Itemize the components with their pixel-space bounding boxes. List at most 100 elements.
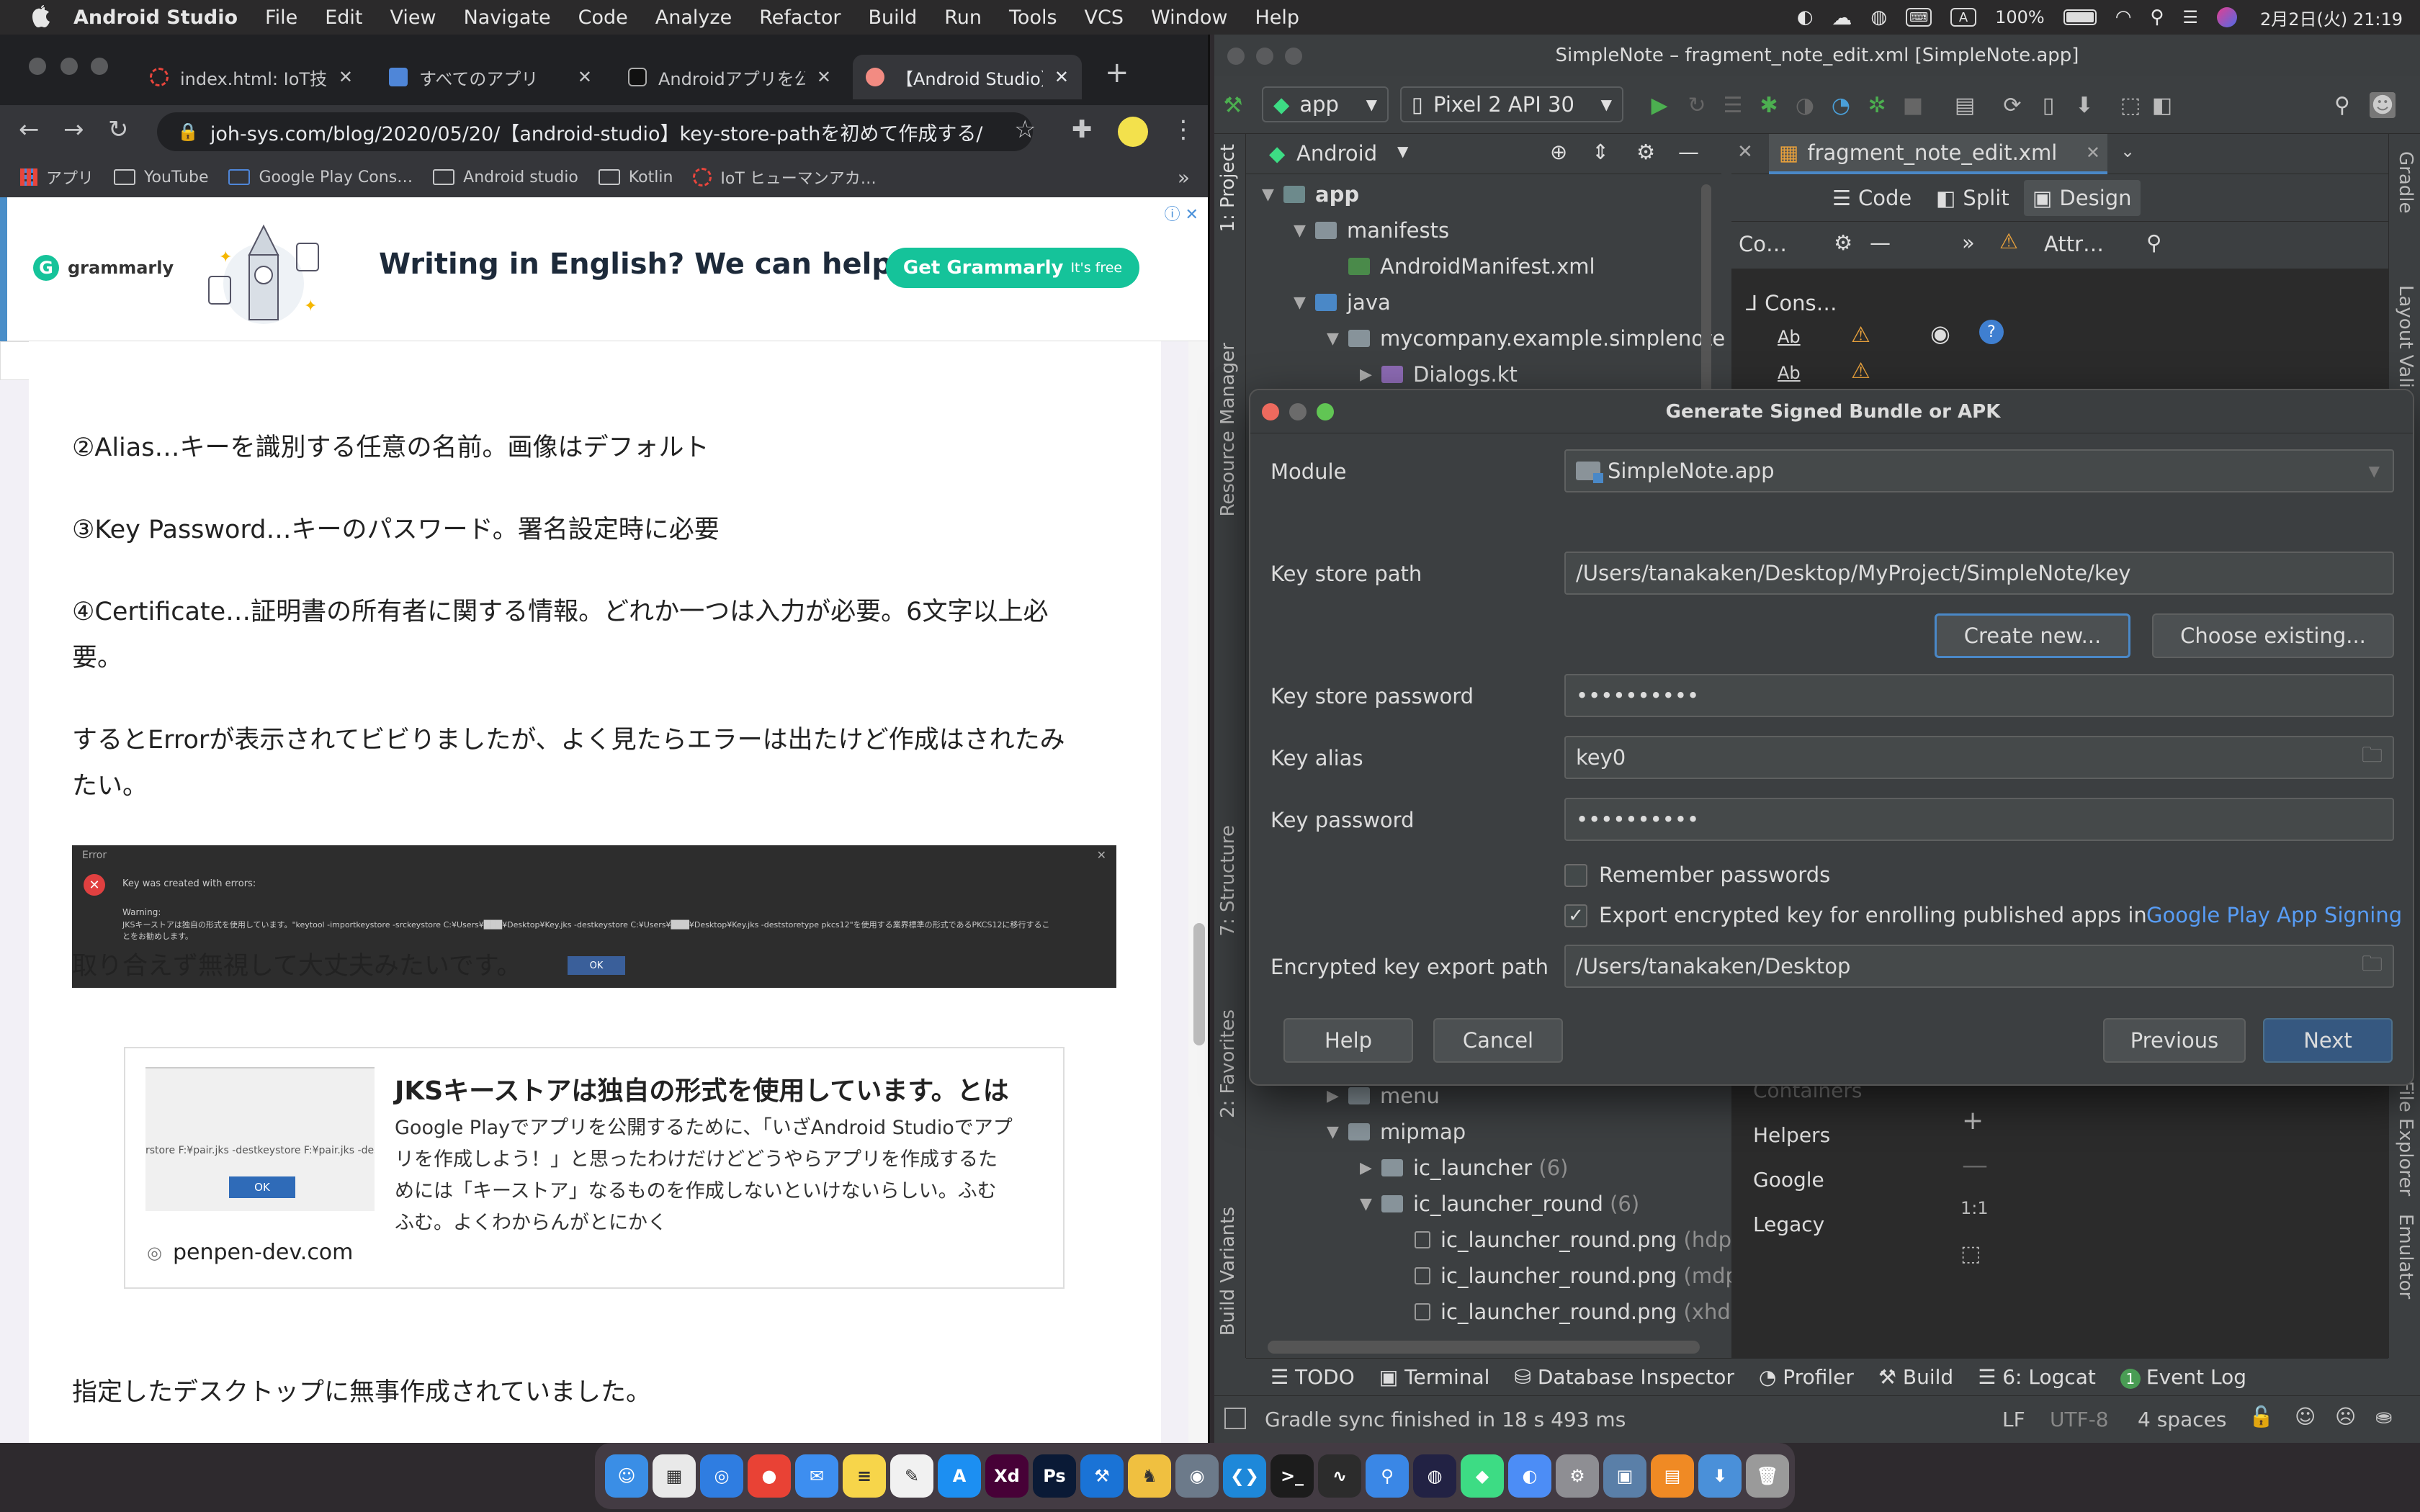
help-icon[interactable]: ◧ <box>2149 92 2175 118</box>
editor-tab-active[interactable]: ▦ fragment_note_edit.xml ✕ <box>1769 134 2107 174</box>
chevron-down-icon[interactable]: ▼ <box>1397 143 1408 160</box>
dock-notes-icon[interactable]: ≡ <box>843 1454 886 1498</box>
tree-item[interactable]: ▼ java <box>1294 285 1391 320</box>
tree-item[interactable]: ▼ mipmap <box>1327 1115 1466 1149</box>
search-icon[interactable]: ⚲ <box>2150 6 2164 28</box>
tool-tab-emulator[interactable]: Emulator <box>2395 1214 2416 1299</box>
dock-activity-monitor-icon[interactable]: ∿ <box>1318 1454 1361 1498</box>
tool-tab-project[interactable]: 1: Project <box>1217 144 1239 233</box>
close-tab-icon[interactable]: ✕ <box>578 67 592 87</box>
next-button[interactable]: Next <box>2263 1018 2393 1063</box>
dock-app-store-icon[interactable]: A <box>938 1454 981 1498</box>
bookmark-folder[interactable]: YouTube <box>114 168 208 186</box>
tool-tab-build-variants[interactable]: Build Variants <box>1217 1207 1239 1336</box>
profile-icon[interactable]: ◔ <box>1828 92 1854 118</box>
split-view-button[interactable]: ◧ Split <box>1936 181 2009 215</box>
zoom-out-icon[interactable]: — <box>1962 1151 1988 1180</box>
control-center-icon[interactable]: ☰ <box>2182 7 2198 27</box>
browse-folder-icon[interactable]: 🗀 <box>2362 949 2383 984</box>
dock-launchpad-icon[interactable]: ▦ <box>653 1454 696 1498</box>
export-key-checkbox[interactable]: ✓ <box>1564 904 1587 927</box>
bell-icon[interactable]: ◍ <box>1870 6 1887 28</box>
close-tab-icon[interactable]: ✕ <box>817 67 831 87</box>
choose-existing-button[interactable]: Choose existing... <box>2152 613 2394 658</box>
menu-build[interactable]: Build <box>868 6 917 29</box>
apply-changes-icon[interactable]: ↻ <box>1684 92 1710 118</box>
chrome-menu-icon[interactable]: ⋮ <box>1171 115 1196 144</box>
profile-avatar[interactable] <box>1118 117 1148 147</box>
project-view-select[interactable]: Android <box>1296 141 1377 166</box>
bookmark-star-icon[interactable]: ☆ <box>1014 115 1036 144</box>
eye-icon[interactable]: ◉ <box>1930 320 1950 347</box>
cancel-button[interactable]: Cancel <box>1433 1018 1563 1063</box>
browser-tab-active[interactable]: 【Android Studio】 ✕ <box>853 55 1082 99</box>
reload-icon[interactable]: ↻ <box>108 115 129 144</box>
help-icon[interactable]: ? <box>1979 320 2004 344</box>
tool-event-log[interactable]: 1 Event Log <box>2120 1365 2246 1389</box>
code-view-button[interactable]: ☰ Code <box>1832 181 1912 215</box>
warning-icon[interactable]: ⚠ <box>1999 229 2018 253</box>
dock-simulator-icon[interactable]: ◐ <box>1508 1454 1551 1498</box>
input-source-icon[interactable]: A <box>1950 8 1977 27</box>
browser-tab[interactable]: すべてのアプリ ✕ <box>376 55 605 99</box>
frown-icon[interactable]: ☹ <box>2335 1405 2356 1428</box>
keyboard-icon[interactable]: ⌨ <box>1906 8 1932 27</box>
menu-window[interactable]: Window <box>1151 6 1227 29</box>
dock-vscode-icon[interactable]: ❮❯ <box>1223 1454 1266 1498</box>
close-tab-icon[interactable]: ✕ <box>339 67 353 87</box>
hide-panel-icon[interactable]: — <box>1678 140 1699 164</box>
bookmark-link[interactable]: IoT ヒューマンアカ… <box>693 166 877 189</box>
dock-maps-icon[interactable]: ⚲ <box>1366 1454 1409 1498</box>
tree-item[interactable]: ▶ Dialogs.kt <box>1360 357 1518 392</box>
design-view-button[interactable]: ▣ Design <box>2024 180 2141 216</box>
wifi-icon[interactable]: ◠ <box>2115 6 2132 28</box>
status-message[interactable]: Gradle sync finished in 18 s 493 ms <box>1265 1408 1626 1431</box>
dock-chrome-icon[interactable]: ● <box>748 1454 791 1498</box>
play-app-signing-link[interactable]: Google Play App Signing <box>2146 903 2402 927</box>
bookmark-folder[interactable]: Android studio <box>433 168 578 186</box>
warning-icon[interactable]: ⚠ <box>1851 323 1870 348</box>
tool-tab-resource-manager[interactable]: Resource Manager <box>1217 343 1239 516</box>
tool-profiler[interactable]: ◔ Profiler <box>1759 1365 1854 1389</box>
toggle-icon[interactable]: ◐ <box>1797 6 1814 28</box>
tree-item[interactable]: ▼ mycompany.example.simplenote <box>1327 321 1725 356</box>
dock-tableplus-icon[interactable]: ♞ <box>1128 1454 1171 1498</box>
blog-card-link[interactable]: rstore F:¥pair.jks -destkeystore F:¥pair… <box>124 1047 1065 1289</box>
coverage-icon[interactable]: ◑ <box>1792 92 1818 118</box>
tree-item[interactable]: ic_launcher_round.png (mdpi) <box>1415 1259 1752 1293</box>
dock-system-preferences-icon[interactable]: ⚙ <box>1556 1454 1599 1498</box>
back-arrow-icon[interactable]: ← <box>19 115 40 144</box>
menu-refactor[interactable]: Refactor <box>759 6 841 29</box>
project-structure-icon[interactable]: ▤ <box>1952 92 1978 118</box>
dock-terminal-icon[interactable]: >_ <box>1270 1454 1314 1498</box>
ad-info-close[interactable]: ⓘ ✕ <box>1165 202 1198 225</box>
bookmark-apps[interactable]: アプリ <box>20 166 94 189</box>
scrollbar-thumb[interactable] <box>1193 923 1205 1045</box>
attach-debugger-icon[interactable]: ✲ <box>1864 92 1890 118</box>
close-window-button[interactable] <box>1227 48 1245 65</box>
tool-tab-favorites[interactable]: 2: Favorites <box>1217 1009 1239 1118</box>
dock-mail-icon[interactable]: ✉ <box>795 1454 838 1498</box>
avd-manager-icon[interactable]: ▯ <box>2035 92 2061 118</box>
page-scrollbar[interactable] <box>1188 341 1208 1443</box>
key-alias-input[interactable]: key0 🗀 <box>1564 736 2394 779</box>
component-tree-item[interactable]: ⅃ Cons… <box>1746 291 1837 315</box>
lock-icon[interactable]: 🔓 <box>2249 1405 2274 1428</box>
bookmark-link[interactable]: Google Play Cons… <box>228 168 413 186</box>
gear-icon[interactable]: ⚙ <box>1834 230 1852 255</box>
indent-indicator[interactable]: 4 spaces <box>2138 1408 2226 1431</box>
dock-safari-icon[interactable]: ◎ <box>700 1454 743 1498</box>
tool-windows-toggle-icon[interactable] <box>1224 1408 1246 1429</box>
palette-category[interactable]: Legacy <box>1753 1212 1824 1236</box>
bookmarks-overflow[interactable]: » <box>1178 166 1190 189</box>
sdk-manager-icon[interactable]: ⬇ <box>2071 92 2097 118</box>
tool-build[interactable]: ⚒ Build <box>1878 1365 1953 1389</box>
zoom-in-icon[interactable]: + <box>1962 1106 1984 1135</box>
address-bar[interactable]: 🔒 joh-sys.com/blog/2020/05/20/【android-s… <box>157 112 1033 151</box>
palette-category[interactable]: Google <box>1753 1168 1824 1192</box>
project-vertical-scrollbar[interactable] <box>1701 184 1711 400</box>
textview-icon[interactable]: Ab <box>1778 363 1801 383</box>
tree-item[interactable]: ic_launcher_round.png (xhdpi) <box>1415 1295 1758 1329</box>
tool-tab-gradle[interactable]: Gradle <box>2395 151 2416 214</box>
dock-downloads-icon[interactable]: ⬇ <box>1698 1454 1742 1498</box>
